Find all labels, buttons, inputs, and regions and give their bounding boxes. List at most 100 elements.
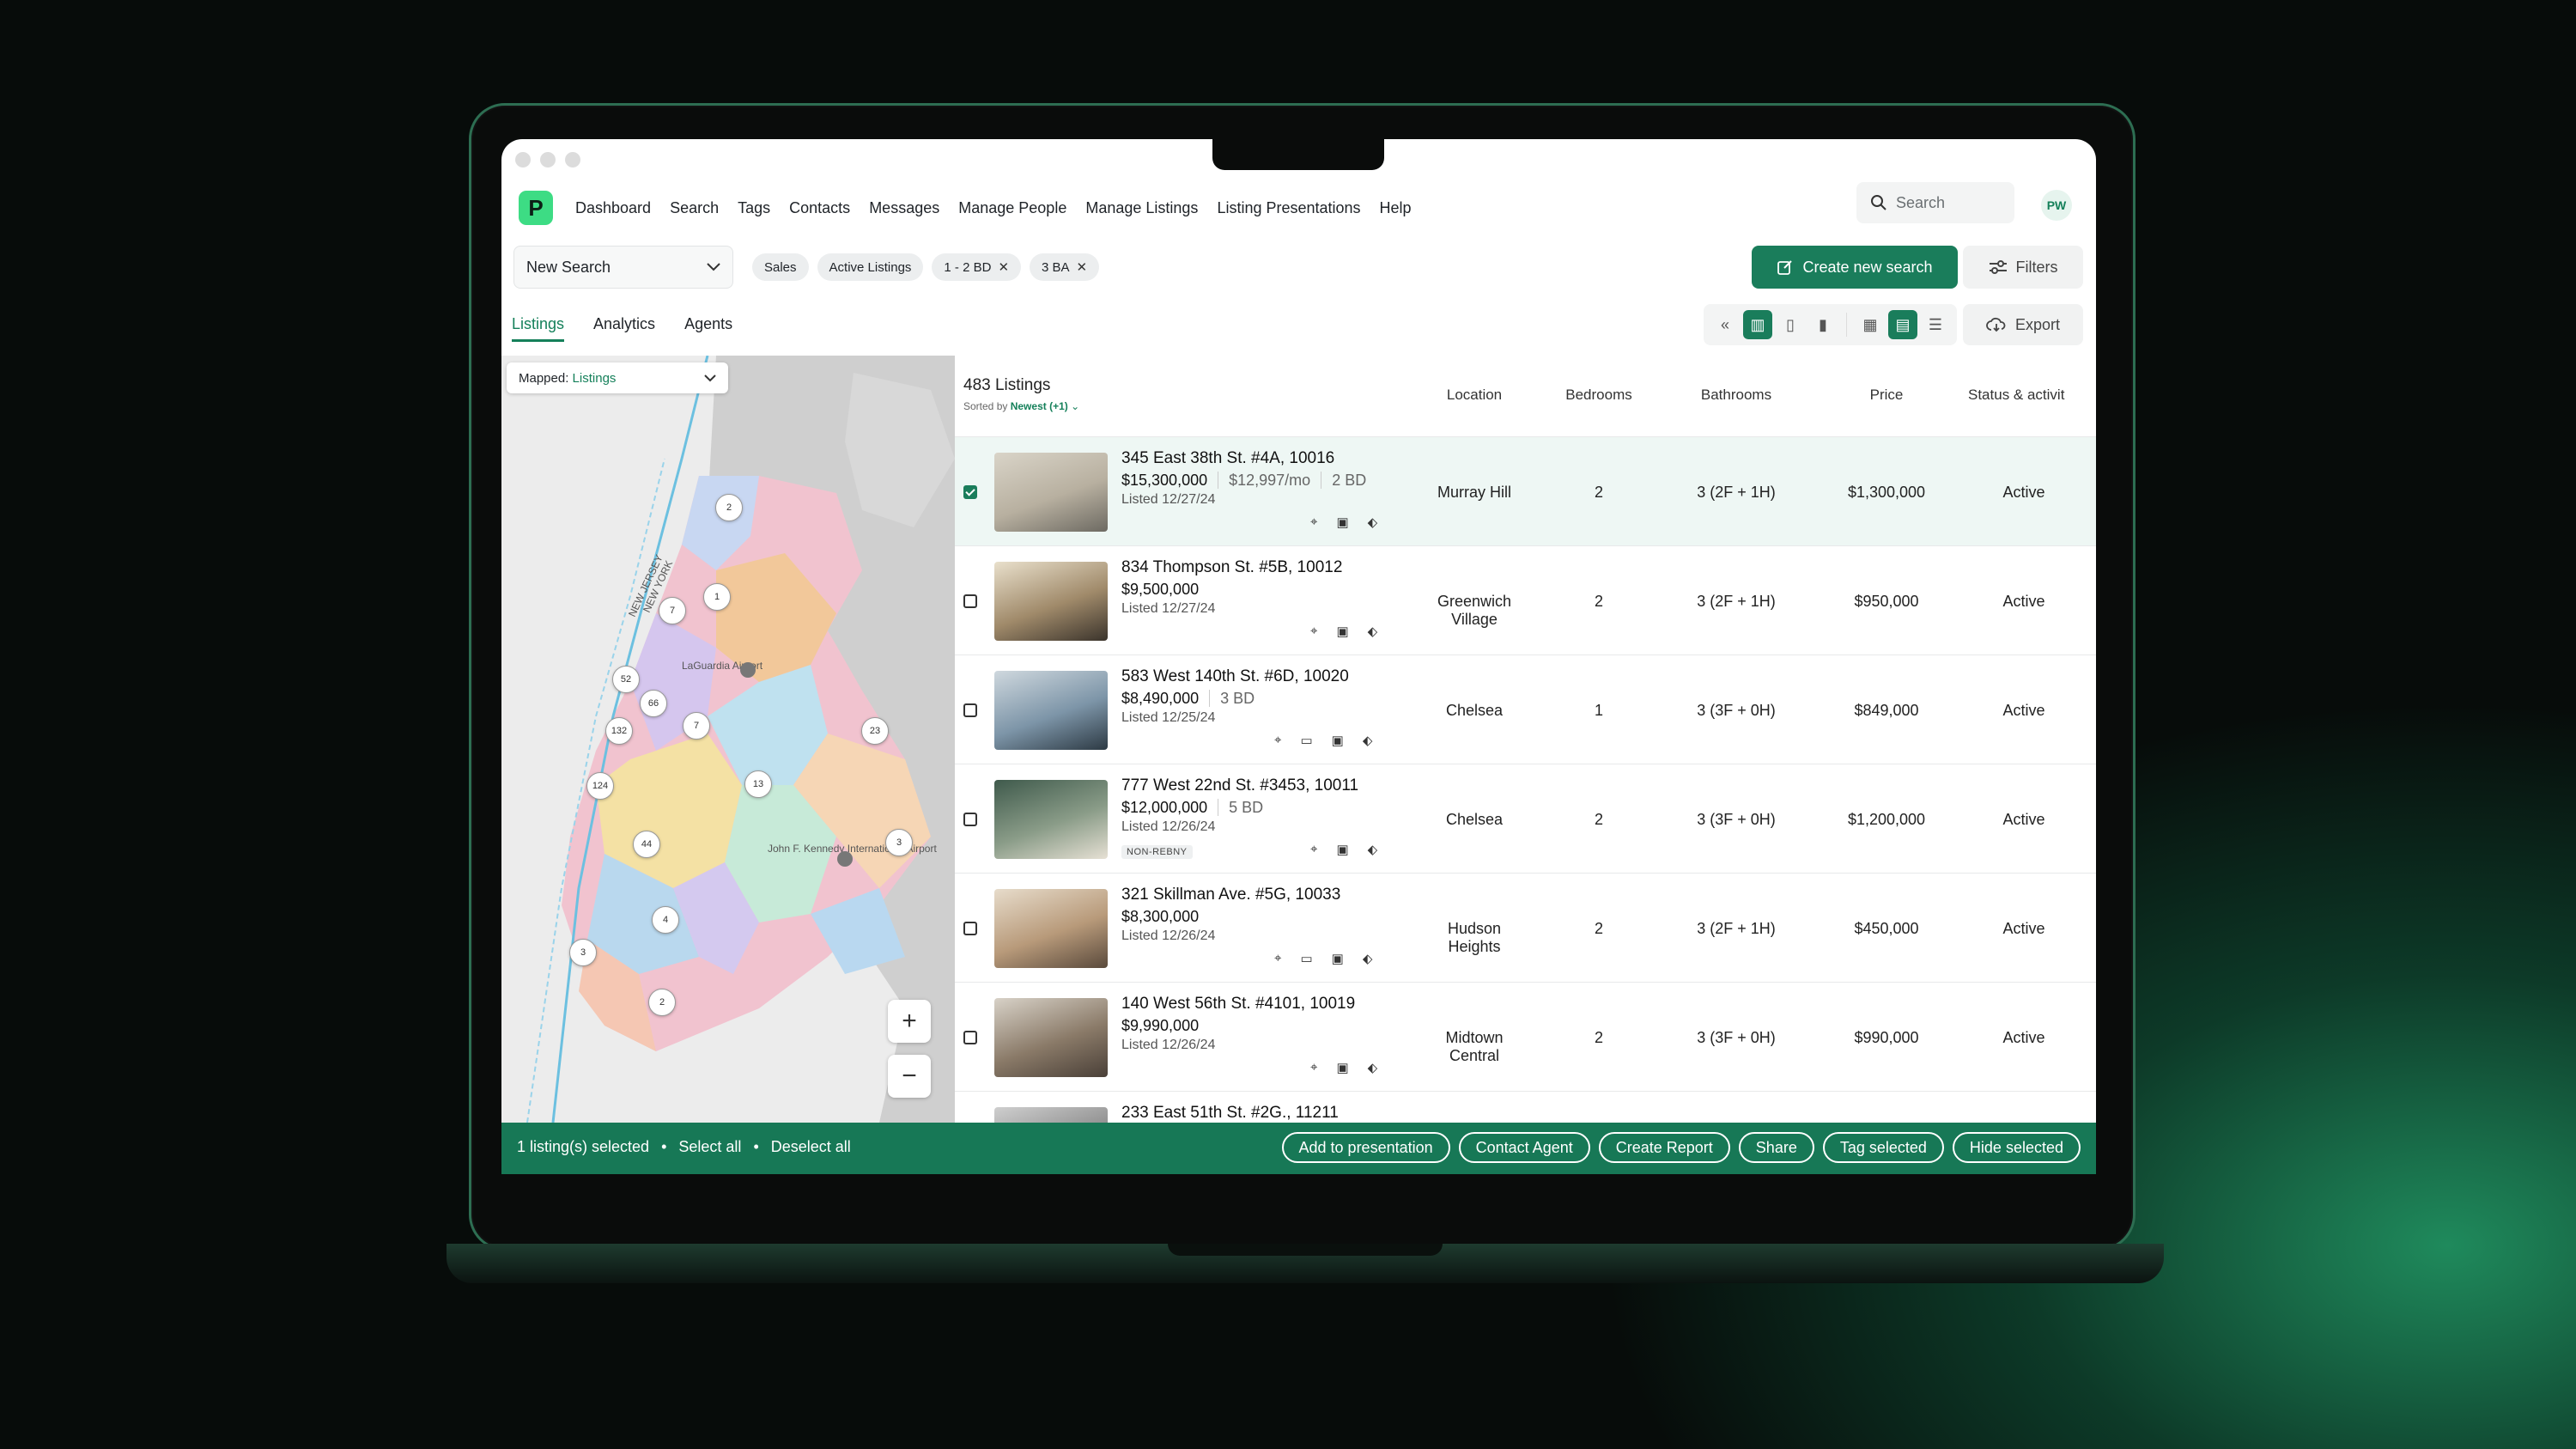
photo-icon[interactable]: ▣ xyxy=(1332,951,1344,966)
share-button[interactable]: Share xyxy=(1738,1132,1814,1163)
mapped-select[interactable]: Mapped: Listings xyxy=(507,362,728,393)
location-pin-icon[interactable]: ⌖ xyxy=(1310,1060,1317,1075)
listing-address[interactable]: 345 East 38th St. #4A, 10016 xyxy=(1121,449,1334,468)
map-cluster-marker[interactable]: 13 xyxy=(744,770,772,798)
map-cluster-marker[interactable]: 3 xyxy=(885,829,913,856)
column-status[interactable]: Status & activit xyxy=(1968,387,2096,404)
grid-view-icon[interactable]: ▦ xyxy=(1856,310,1885,339)
listing-photo[interactable] xyxy=(994,780,1108,859)
location-pin-icon[interactable]: ⌖ xyxy=(1310,514,1317,530)
map-cluster-marker[interactable]: 132 xyxy=(605,717,633,745)
location-pin-icon[interactable]: ⌖ xyxy=(1274,951,1281,966)
table-row[interactable]: 583 West 140th St. #6D, 10020 $8,490,000 3… xyxy=(955,654,2096,764)
listing-photo[interactable] xyxy=(994,562,1108,641)
photo-icon[interactable]: ▣ xyxy=(1336,842,1348,857)
table-view-icon[interactable]: ▤ xyxy=(1888,310,1917,339)
deselect-all-link[interactable]: Deselect all xyxy=(771,1138,851,1156)
photo-icon[interactable]: ▣ xyxy=(1336,514,1348,530)
tab-agents[interactable]: Agents xyxy=(684,315,732,342)
tag-icon[interactable]: ⬖ xyxy=(1363,733,1373,748)
hide-selected-button[interactable]: Hide selected xyxy=(1952,1132,2081,1163)
table-row[interactable]: 345 East 38th St. #4A, 10016 $15,300,000 $… xyxy=(955,436,2096,546)
nav-item-manage-listings[interactable]: Manage Listings xyxy=(1085,199,1198,217)
nav-item-messages[interactable]: Messages xyxy=(869,199,939,217)
listing-address[interactable]: 583 West 140th St. #6D, 10020 xyxy=(1121,667,1349,686)
collapse-icon[interactable]: « xyxy=(1710,310,1740,339)
zoom-in-button[interactable]: + xyxy=(888,1000,931,1043)
photo-icon[interactable]: ▣ xyxy=(1336,624,1348,639)
map-cluster-marker[interactable]: 7 xyxy=(659,597,686,624)
window-dot[interactable] xyxy=(565,152,580,167)
table-row[interactable]: 834 Thompson St. #5B, 10012 $9,500,000 Lis… xyxy=(955,545,2096,655)
filter-chip[interactable]: Sales xyxy=(752,253,809,281)
column-bedrooms[interactable]: Bedrooms xyxy=(1547,387,1650,404)
list-view-icon[interactable]: ☰ xyxy=(1921,310,1950,339)
tag-selected-button[interactable]: Tag selected xyxy=(1822,1132,1944,1163)
listing-photo[interactable] xyxy=(994,998,1108,1077)
split-view-icon[interactable]: ▯ xyxy=(1776,310,1805,339)
table-row[interactable]: 777 West 22nd St. #3453, 10011 $12,000,00… xyxy=(955,764,2096,874)
listing-address[interactable]: 233 East 51th St. #2G., 11211 xyxy=(1121,1104,1339,1123)
map-cluster-marker[interactable]: 23 xyxy=(861,717,889,745)
global-search[interactable]: Search xyxy=(1856,182,2014,223)
map-cluster-marker[interactable]: 124 xyxy=(586,772,614,800)
saved-search-select[interactable]: New Search xyxy=(513,246,733,289)
listing-address[interactable]: 321 Skillman Ave. #5G, 10033 xyxy=(1121,886,1340,904)
window-dot[interactable] xyxy=(540,152,556,167)
add-to-presentation-button[interactable]: Add to presentation xyxy=(1281,1132,1450,1163)
nav-item-manage-people[interactable]: Manage People xyxy=(958,199,1066,217)
map-cluster-marker[interactable]: 2 xyxy=(648,989,676,1016)
map-list-view-icon[interactable]: ▥ xyxy=(1743,310,1772,339)
table-row[interactable]: 321 Skillman Ave. #5G, 10033 $8,300,000 Li… xyxy=(955,873,2096,983)
location-pin-icon[interactable]: ⌖ xyxy=(1310,842,1317,857)
map-cluster-marker[interactable]: 2 xyxy=(715,494,743,521)
row-checkbox[interactable] xyxy=(963,594,977,608)
create-report-button[interactable]: Create Report xyxy=(1598,1132,1730,1163)
map-cluster-marker[interactable]: 66 xyxy=(640,690,667,717)
nav-item-contacts[interactable]: Contacts xyxy=(789,199,850,217)
listing-photo[interactable] xyxy=(994,1107,1108,1123)
listing-photo[interactable] xyxy=(994,889,1108,968)
listing-address[interactable]: 140 West 56th St. #4101, 10019 xyxy=(1121,995,1355,1014)
row-checkbox[interactable] xyxy=(963,485,977,499)
map-cluster-marker[interactable]: 7 xyxy=(683,712,710,740)
map-cluster-marker[interactable]: 52 xyxy=(612,666,640,693)
row-checkbox[interactable] xyxy=(963,703,977,717)
export-button[interactable]: Export xyxy=(1963,304,2083,345)
floorplan-icon[interactable]: ▭ xyxy=(1300,951,1312,966)
column-bathrooms[interactable]: Bathrooms xyxy=(1680,387,1792,404)
photo-icon[interactable]: ▣ xyxy=(1332,733,1344,748)
row-checkbox[interactable] xyxy=(963,1031,977,1044)
tag-icon[interactable]: ⬖ xyxy=(1368,624,1378,639)
photo-icon[interactable]: ▣ xyxy=(1336,1060,1348,1075)
map-cluster-marker[interactable]: 44 xyxy=(633,831,660,858)
nav-item-help[interactable]: Help xyxy=(1380,199,1412,217)
close-icon[interactable]: ✕ xyxy=(1077,259,1088,275)
sort-control[interactable]: Sorted by Newest (+1) ⌄ xyxy=(963,400,1079,412)
close-icon[interactable]: ✕ xyxy=(998,259,1009,275)
location-pin-icon[interactable]: ⌖ xyxy=(1274,733,1281,748)
contact-agent-button[interactable]: Contact Agent xyxy=(1458,1132,1590,1163)
listing-address[interactable]: 777 West 22nd St. #3453, 10011 xyxy=(1121,776,1358,795)
tag-icon[interactable]: ⬖ xyxy=(1368,842,1378,857)
listing-photo[interactable] xyxy=(994,453,1108,532)
column-location[interactable]: Location xyxy=(1423,387,1526,404)
create-new-search-button[interactable]: Create new search xyxy=(1752,246,1958,289)
nav-item-dashboard[interactable]: Dashboard xyxy=(575,199,651,217)
filter-chip[interactable]: Active Listings xyxy=(817,253,924,281)
listing-photo[interactable] xyxy=(994,671,1108,750)
zoom-out-button[interactable]: − xyxy=(888,1055,931,1098)
column-price[interactable]: Price xyxy=(1835,387,1938,404)
select-all-link[interactable]: Select all xyxy=(678,1138,741,1156)
map-cluster-marker[interactable]: 4 xyxy=(652,906,679,934)
tab-listings[interactable]: Listings xyxy=(512,315,565,342)
nav-item-listing-presentations[interactable]: Listing Presentations xyxy=(1217,199,1360,217)
listing-address[interactable]: 834 Thompson St. #5B, 10012 xyxy=(1121,558,1342,577)
map-cluster-marker[interactable]: 1 xyxy=(703,583,731,611)
location-pin-icon[interactable]: ⌖ xyxy=(1310,624,1317,639)
table-row[interactable]: 140 West 56th St. #4101, 10019 $9,990,000… xyxy=(955,982,2096,1092)
map-view-icon[interactable]: ▮ xyxy=(1808,310,1838,339)
map-cluster-marker[interactable]: 3 xyxy=(569,939,597,966)
filters-button[interactable]: Filters xyxy=(1963,246,2083,289)
tag-icon[interactable]: ⬖ xyxy=(1368,514,1378,530)
